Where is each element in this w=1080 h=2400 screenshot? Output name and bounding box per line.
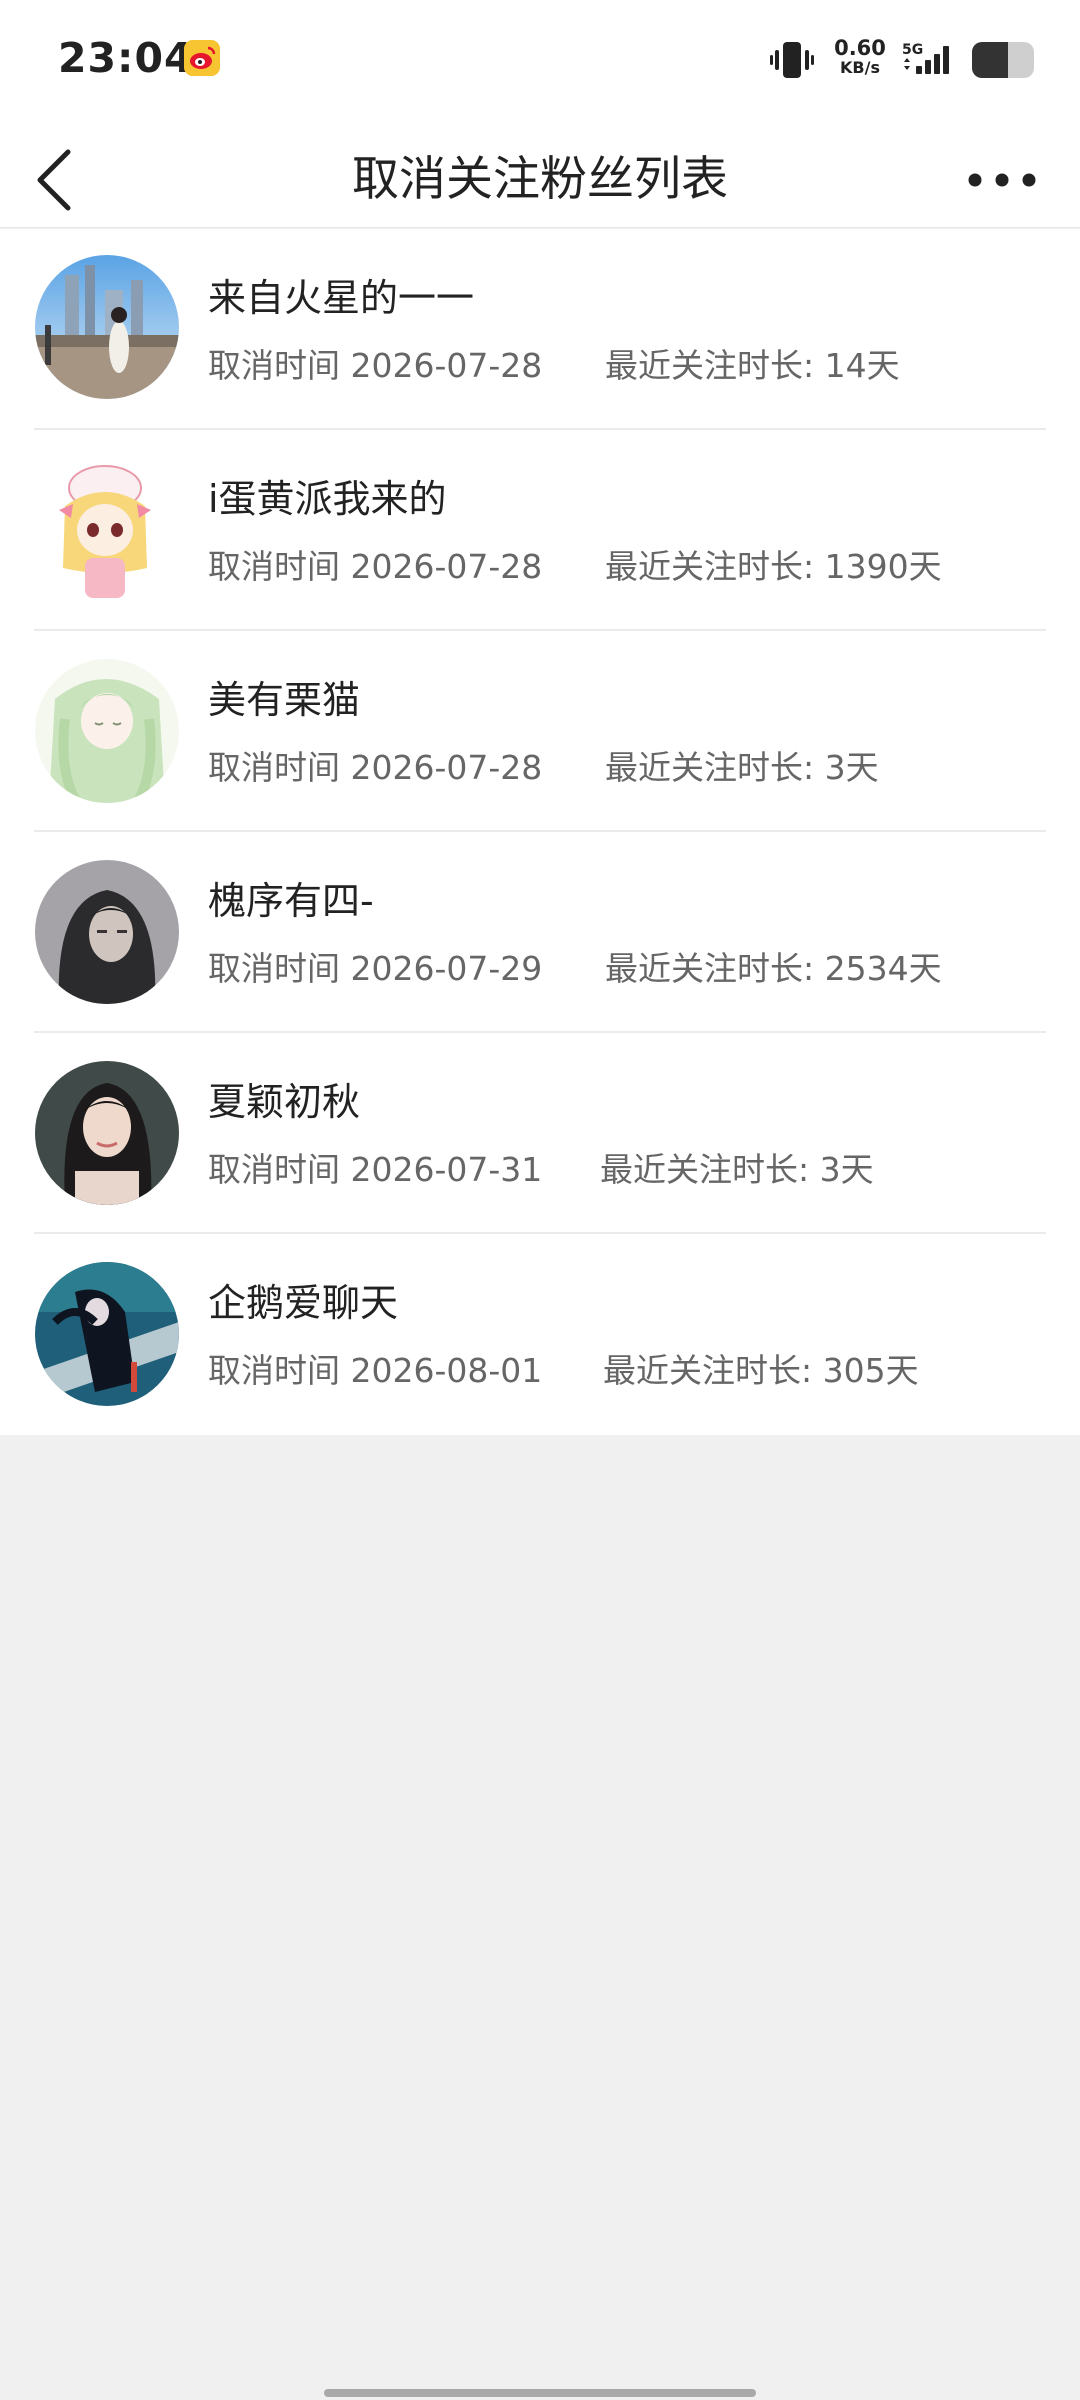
status-bar: 23:04 0.60 KB/s 5G: [0, 0, 1080, 120]
username: i蛋黄派我来的: [208, 477, 447, 521]
follow-duration: 最近关注时长: 2534天: [605, 949, 942, 988]
home-indicator[interactable]: [324, 2389, 756, 2397]
follow-duration: 最近关注时长: 1390天: [605, 547, 942, 586]
avatar: [35, 860, 179, 1004]
weibo-icon: [184, 40, 220, 76]
signal-5g-icon: 5G: [900, 40, 960, 84]
net-speed-value: 0.60: [834, 36, 886, 60]
username: 企鹅爱聊天: [208, 1281, 399, 1325]
net-speed: 0.60 KB/s: [830, 38, 890, 78]
page-title: 取消关注粉丝列表: [352, 152, 728, 207]
cancel-time: 取消时间 2026-07-29: [208, 949, 543, 988]
username: 槐序有四-: [208, 879, 374, 923]
avatar: [35, 458, 179, 602]
list-item[interactable]: 来自火星的一一 取消时间 2026-07-28 最近关注时长: 14天: [0, 229, 1080, 430]
username: 美有栗猫: [208, 678, 361, 722]
username: 夏颖初秋: [208, 1080, 361, 1124]
avatar: [35, 255, 179, 399]
cancel-time: 取消时间 2026-07-28: [208, 346, 543, 385]
follow-duration: 最近关注时长: 14天: [605, 346, 900, 385]
list-item[interactable]: 槐序有四- 取消时间 2026-07-29 最近关注时长: 2534天: [0, 832, 1080, 1033]
network-type: 5G: [902, 42, 923, 58]
status-indicators: 0.60 KB/s 5G: [740, 0, 1080, 120]
nav-bar: 取消关注粉丝列表: [0, 120, 1080, 228]
list-item[interactable]: 美有栗猫 取消时间 2026-07-28 最近关注时长: 3天: [0, 631, 1080, 832]
net-speed-unit: KB/s: [840, 58, 880, 77]
more-horizontal-icon: [968, 173, 1036, 187]
follow-duration: 最近关注时长: 3天: [600, 1150, 874, 1189]
more-button[interactable]: [960, 144, 1050, 204]
cancel-time: 取消时间 2026-08-01: [208, 1351, 543, 1390]
battery-icon: [972, 40, 1038, 84]
unfollowed-fans-list: 来自火星的一一 取消时间 2026-07-28 最近关注时长: 14天 i蛋黄派…: [0, 229, 1080, 1435]
list-item[interactable]: i蛋黄派我来的 取消时间 2026-07-28 最近关注时长: 1390天: [0, 430, 1080, 631]
status-time: 23:04: [58, 34, 194, 82]
vibrate-icon: [770, 40, 814, 84]
cancel-time: 取消时间 2026-07-28: [208, 547, 543, 586]
avatar: [35, 1061, 179, 1205]
avatar: [35, 1262, 179, 1406]
username: 来自火星的一一: [208, 276, 475, 320]
cancel-time: 取消时间 2026-07-28: [208, 748, 543, 787]
follow-duration: 最近关注时长: 3天: [605, 748, 879, 787]
list-item[interactable]: 企鹅爱聊天 取消时间 2026-08-01 最近关注时长: 305天: [0, 1234, 1080, 1435]
cancel-time: 取消时间 2026-07-31: [208, 1150, 543, 1189]
follow-duration: 最近关注时长: 305天: [603, 1351, 919, 1390]
list-item[interactable]: 夏颖初秋 取消时间 2026-07-31 最近关注时长: 3天: [0, 1033, 1080, 1234]
avatar: [35, 659, 179, 803]
